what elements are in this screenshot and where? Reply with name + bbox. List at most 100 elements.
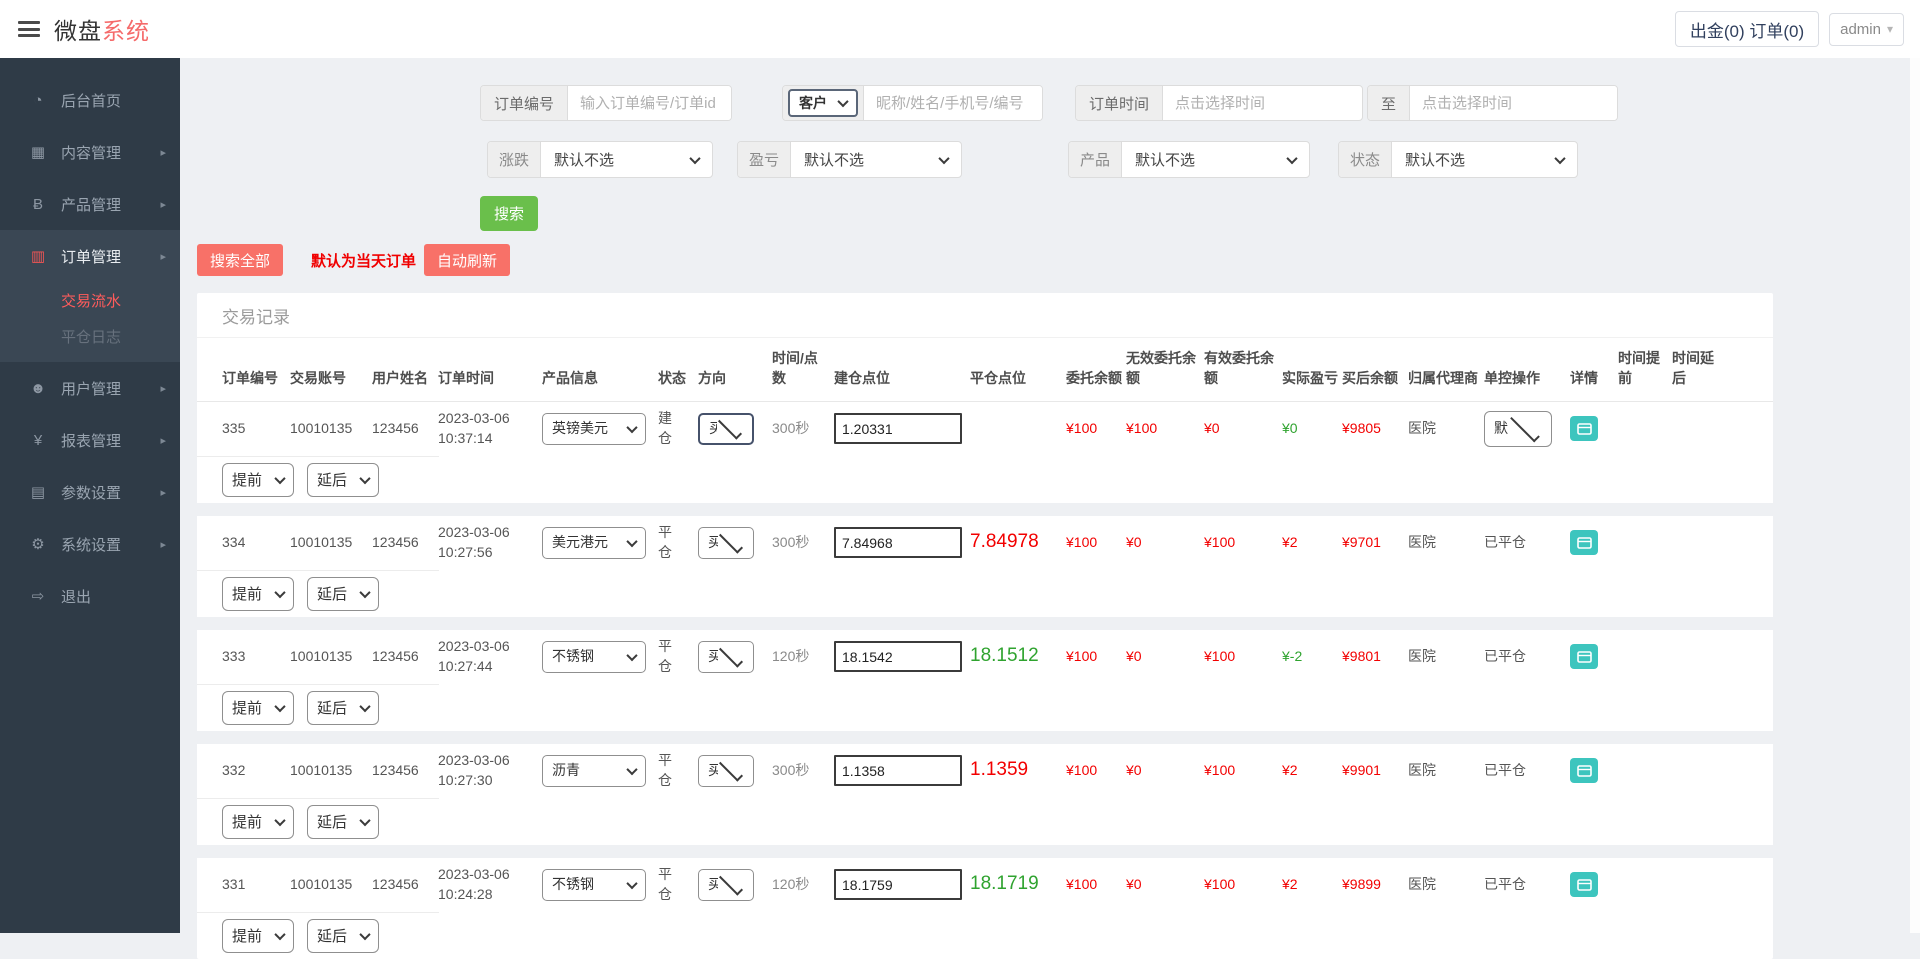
time-advance-select[interactable]: 提前: [222, 577, 294, 611]
open-point-cell: [834, 413, 966, 444]
sidebar-subitem-trade-flow[interactable]: 交易流水: [0, 282, 180, 318]
sidebar-item-product[interactable]: Ƀ产品管理▸: [0, 178, 180, 230]
time-delay-select[interactable]: 延后: [307, 691, 379, 725]
column-header: 用户姓名: [372, 368, 434, 388]
entrust-balance-cell: ¥100: [1066, 419, 1122, 439]
sidebar-group-users: ☻用户管理▸: [0, 362, 180, 414]
sidebar-item-system[interactable]: ⚙系统设置▸: [0, 518, 180, 570]
detail-button[interactable]: [1570, 416, 1598, 441]
detail-cell: [1570, 530, 1614, 555]
open-point-input[interactable]: [834, 755, 962, 786]
control-cell: 已平仓: [1484, 875, 1566, 895]
direction-select[interactable]: 买涨: [698, 413, 754, 445]
sidebar-item-params[interactable]: ▤参数设置▸: [0, 466, 180, 518]
search-filter-form: 订单编号 客户 订单时间 至: [180, 85, 1920, 231]
chevron-down-icon: [274, 587, 285, 598]
invalid-entrust-cell: ¥0: [1126, 761, 1200, 781]
updown-select[interactable]: 默认不选: [541, 142, 712, 177]
time-delay-select[interactable]: 延后: [307, 919, 379, 953]
product-info-select[interactable]: 美元港元: [542, 527, 646, 559]
params-icon: ▤: [27, 483, 49, 501]
chevron-down-icon: [1510, 412, 1540, 442]
sidebar-item-home[interactable]: ◔后台首页: [0, 74, 180, 126]
sidebar-group-content: ▦内容管理▸: [0, 126, 180, 178]
order-time-cell: 2023-03-0610:24:28: [438, 865, 538, 904]
sidebar-item-orders[interactable]: ▥订单管理▸: [0, 230, 180, 282]
detail-button[interactable]: [1570, 758, 1598, 783]
open-point-input[interactable]: [834, 527, 962, 558]
sidebar-item-reports[interactable]: ¥报表管理▸: [0, 414, 180, 466]
chevron-down-icon: [719, 643, 743, 667]
product-info-select[interactable]: 沥青: [542, 755, 646, 787]
search-all-button[interactable]: 搜索全部: [197, 244, 283, 276]
scrollbar[interactable]: [1910, 58, 1920, 933]
column-header: 状态: [658, 368, 694, 388]
sidebar-item-label: 后台首页: [61, 90, 121, 111]
open-point-input[interactable]: [834, 869, 962, 900]
time-advance-select-value: 提前: [232, 811, 262, 832]
direction-select[interactable]: 买涨: [698, 527, 754, 559]
withdraw-orders-button[interactable]: 出金(0) 订单(0): [1675, 11, 1819, 47]
chevron-down-icon: [719, 871, 743, 895]
user-name-cell: 123456: [372, 761, 434, 781]
invalid-entrust-cell: ¥0: [1126, 875, 1200, 895]
sidebar-item-logout[interactable]: ⇨退出: [0, 570, 180, 622]
row-gap: [197, 731, 1773, 744]
order-id-cell: 332: [222, 761, 286, 781]
detail-cell: [1570, 758, 1614, 783]
product-info-select[interactable]: 不锈钢: [542, 869, 646, 901]
direction-cell: 买涨: [698, 641, 768, 673]
time-delay-select-value: 延后: [317, 811, 347, 832]
time-advance-select[interactable]: 提前: [222, 691, 294, 725]
column-header: 交易账号: [290, 368, 368, 388]
direction-select[interactable]: 买涨: [698, 755, 754, 787]
chevron-right-icon: ▸: [160, 538, 166, 551]
time-advance-select[interactable]: 提前: [222, 919, 294, 953]
hamburger-menu-icon[interactable]: [18, 21, 40, 37]
sidebar-item-users[interactable]: ☻用户管理▸: [0, 362, 180, 414]
time-delay-select[interactable]: 延后: [307, 577, 379, 611]
order-time-start-input[interactable]: [1163, 86, 1353, 120]
sidebar-item-label: 系统设置: [61, 534, 121, 555]
order-no-input[interactable]: [568, 86, 732, 120]
column-header: 平仓点位: [970, 368, 1062, 388]
chevron-down-icon: [689, 152, 700, 163]
time-advance-select[interactable]: 提前: [222, 463, 294, 497]
order-time-cell: 2023-03-0610:27:44: [438, 637, 538, 676]
open-point-input[interactable]: [834, 413, 962, 444]
status-select[interactable]: 默认不选: [1392, 142, 1577, 177]
product-info-select[interactable]: 不锈钢: [542, 641, 646, 673]
open-point-input[interactable]: [834, 641, 962, 672]
detail-button[interactable]: [1570, 644, 1598, 669]
sidebar-group-params: ▤参数设置▸: [0, 466, 180, 518]
admin-user-dropdown[interactable]: admin ▾: [1829, 13, 1904, 46]
open-point-cell: [834, 527, 966, 558]
customer-input[interactable]: [864, 86, 1042, 120]
direction-select-value: 买涨: [708, 647, 718, 667]
product-select[interactable]: 默认不选: [1122, 142, 1309, 177]
order-no-filter-group: 订单编号: [480, 85, 732, 121]
direction-select[interactable]: 买涨: [698, 641, 754, 673]
sidebar-item-content[interactable]: ▦内容管理▸: [0, 126, 180, 178]
product-info-select-value: 美元港元: [552, 533, 608, 553]
product-cell: 不锈钢: [542, 641, 654, 673]
profit-select[interactable]: 默认不选: [791, 142, 961, 177]
direction-select[interactable]: 买涨: [698, 869, 754, 901]
customer-type-select[interactable]: 客户: [788, 89, 858, 117]
search-button[interactable]: 搜索: [480, 196, 538, 231]
time-delay-select-value: 延后: [317, 583, 347, 604]
time-delay-select[interactable]: 延后: [307, 463, 379, 497]
detail-button[interactable]: [1570, 872, 1598, 897]
actual-profit-cell: ¥2: [1282, 533, 1338, 553]
order-time-end-input[interactable]: [1410, 86, 1618, 120]
product-info-select[interactable]: 英镑美元: [542, 413, 646, 445]
sidebar-subitem-close-log[interactable]: 平仓日志: [0, 318, 180, 354]
time-advance-select-value: 提前: [232, 583, 262, 604]
product-label: 产品: [1069, 142, 1122, 177]
auto-refresh-button[interactable]: 自动刷新: [424, 244, 510, 276]
detail-button[interactable]: [1570, 530, 1598, 555]
time-advance-select[interactable]: 提前: [222, 805, 294, 839]
single-control-select[interactable]: 默认: [1484, 411, 1552, 447]
time-delay-select[interactable]: 延后: [307, 805, 379, 839]
control-cell: 已平仓: [1484, 647, 1566, 667]
